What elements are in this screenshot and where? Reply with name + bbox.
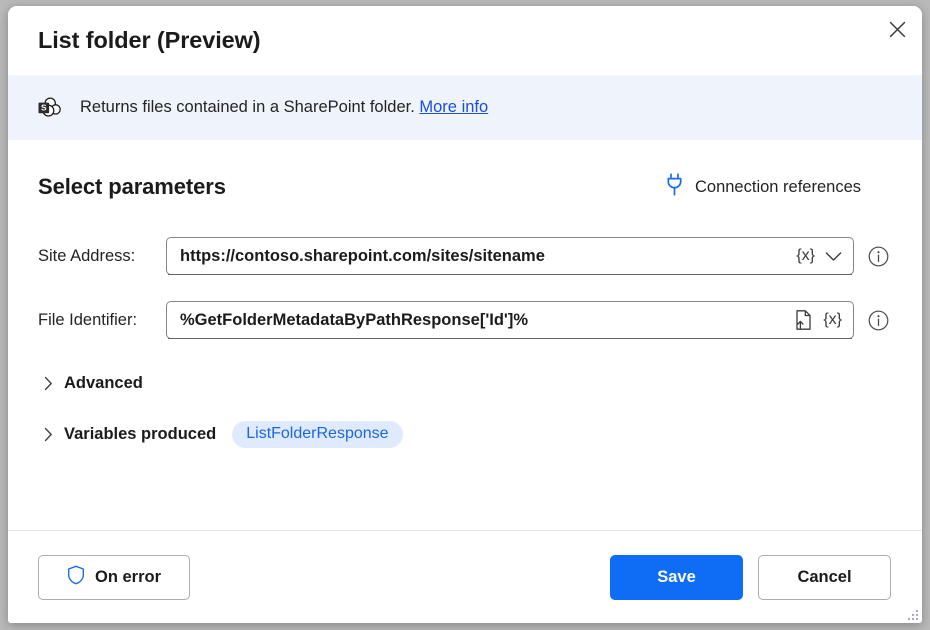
- file-picker-icon[interactable]: [794, 309, 813, 331]
- site-address-value[interactable]: https://contoso.sharepoint.com/sites/sit…: [167, 247, 796, 266]
- info-banner-text: Returns files contained in a SharePoint …: [80, 98, 488, 118]
- variables-icon[interactable]: {x}: [796, 248, 815, 264]
- save-button[interactable]: Save: [610, 555, 743, 600]
- parameter-row-site-address: Site Address: https://contoso.sharepoint…: [38, 237, 892, 275]
- connection-references-button[interactable]: Connection references: [666, 173, 892, 201]
- close-icon: [889, 21, 906, 38]
- info-banner: S Returns files contained in a SharePoin…: [8, 75, 922, 140]
- site-address-adornments: {x}: [796, 248, 853, 264]
- chevron-right-icon: [38, 427, 58, 442]
- close-button[interactable]: [874, 6, 920, 52]
- sharepoint-icon: S: [37, 95, 63, 121]
- dialog-body: Select parameters Connection references …: [8, 140, 922, 530]
- dialog-window: List folder (Preview) S Returns files co…: [8, 6, 922, 623]
- section-header: Select parameters Connection references: [38, 140, 892, 201]
- file-identifier-adornments: {x}: [794, 309, 853, 331]
- variables-produced-section-toggle[interactable]: Variables produced ListFolderResponse: [38, 421, 892, 448]
- variables-icon[interactable]: {x}: [823, 312, 842, 328]
- svg-text:S: S: [41, 102, 47, 112]
- connection-references-label: Connection references: [695, 178, 861, 197]
- cancel-button[interactable]: Cancel: [758, 555, 891, 600]
- shield-icon: [67, 565, 85, 590]
- info-banner-description: Returns files contained in a SharePoint …: [80, 98, 415, 116]
- advanced-section-toggle[interactable]: Advanced: [38, 374, 892, 393]
- site-address-info-icon[interactable]: [868, 246, 889, 267]
- advanced-label: Advanced: [64, 374, 143, 393]
- variables-produced-label: Variables produced: [64, 425, 216, 444]
- chevron-right-icon: [38, 376, 58, 391]
- site-address-label: Site Address:: [38, 247, 166, 266]
- file-identifier-label: File Identifier:: [38, 311, 166, 330]
- footer-actions: Save Cancel: [610, 555, 892, 600]
- file-identifier-field[interactable]: %GetFolderMetadataByPathResponse['Id']% …: [166, 301, 854, 339]
- chevron-down-icon[interactable]: [825, 251, 842, 262]
- site-address-field[interactable]: https://contoso.sharepoint.com/sites/sit…: [166, 237, 854, 275]
- parameter-row-file-identifier: File Identifier: %GetFolderMetadataByPat…: [38, 301, 892, 339]
- on-error-button[interactable]: On error: [38, 555, 190, 600]
- section-title: Select parameters: [38, 174, 226, 200]
- plug-icon: [666, 173, 683, 201]
- file-identifier-value[interactable]: %GetFolderMetadataByPathResponse['Id']%: [167, 311, 794, 330]
- dialog-titlebar: List folder (Preview): [8, 6, 922, 75]
- dialog-footer: On error Save Cancel: [8, 530, 922, 623]
- resize-grip[interactable]: [904, 606, 918, 620]
- more-info-link[interactable]: More info: [419, 98, 488, 116]
- dialog-title: List folder (Preview): [38, 27, 261, 54]
- variable-pill-listfolderresponse[interactable]: ListFolderResponse: [232, 421, 402, 448]
- on-error-label: On error: [95, 568, 161, 587]
- file-identifier-info-icon[interactable]: [868, 310, 889, 331]
